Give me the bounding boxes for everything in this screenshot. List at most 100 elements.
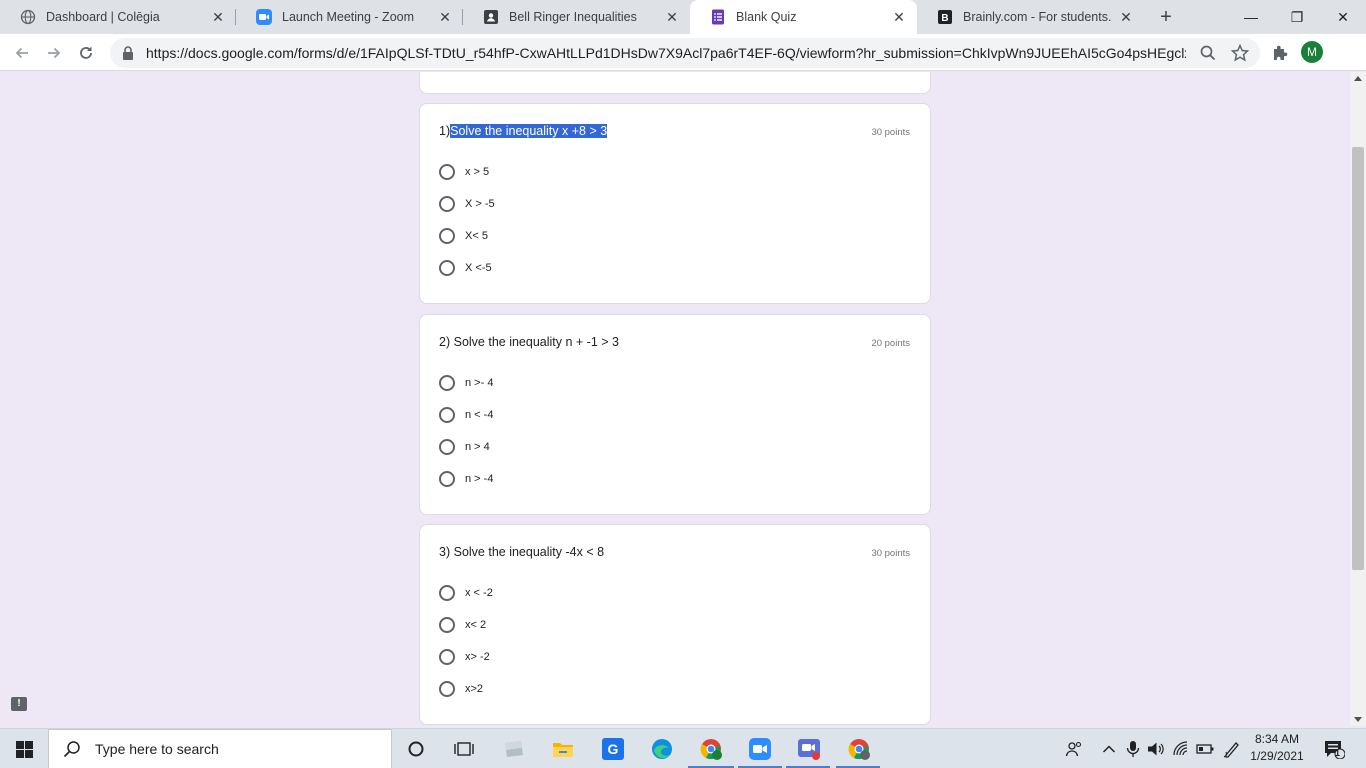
answer-option[interactable]: x < -2 — [439, 583, 493, 603]
option-label: n > -4 — [465, 473, 494, 485]
tab-bell-ringer[interactable]: Bell Ringer Inequalities ✕ — [463, 0, 690, 34]
zoom-icon — [256, 9, 272, 25]
answer-option[interactable]: x> -2 — [439, 647, 490, 667]
close-window-button[interactable]: ✕ — [1320, 0, 1366, 34]
option-label: x> -2 — [465, 651, 490, 663]
address-bar[interactable]: https://docs.google.com/forms/d/e/1FAIpQ… — [110, 38, 1260, 68]
tab-strip: Dashboard | Colēgia ✕ Launch Meeting - Z… — [0, 0, 1366, 34]
tab-dashboard[interactable]: Dashboard | Colēgia ✕ — [0, 0, 236, 34]
question-number: 1) — [439, 124, 451, 138]
feedback-icon[interactable]: ! — [11, 697, 27, 711]
scrollbar-thumb[interactable] — [1352, 147, 1364, 570]
taskbar-search-box[interactable]: Type here to search — [48, 729, 392, 768]
option-label: n >- 4 — [465, 377, 494, 389]
tab-close-icon[interactable]: ✕ — [210, 9, 226, 25]
chrome-icon[interactable] — [845, 735, 873, 763]
answer-option[interactable]: x > 5 — [439, 162, 489, 182]
file-explorer-icon[interactable] — [549, 735, 577, 763]
bookmark-star-icon[interactable] — [1231, 44, 1249, 62]
radio-button[interactable] — [439, 585, 455, 601]
back-button[interactable] — [9, 40, 35, 66]
answer-option[interactable]: X > -5 — [439, 194, 495, 214]
browser-toolbar: https://docs.google.com/forms/d/e/1FAIpQ… — [0, 34, 1366, 71]
radio-button[interactable] — [439, 260, 455, 276]
answer-option[interactable]: x>2 — [439, 679, 483, 699]
question-card-1: 1)Solve the inequality x +8 > 3 30 point… — [419, 103, 931, 304]
cortana-icon[interactable] — [402, 735, 430, 763]
option-label: X > -5 — [465, 198, 495, 210]
zoom-magnifier-icon[interactable] — [1199, 44, 1217, 62]
chrome-profile-icon[interactable] — [697, 735, 725, 763]
radio-button[interactable] — [439, 617, 455, 633]
maximize-button[interactable]: ❐ — [1274, 0, 1320, 34]
zoom-app-icon[interactable] — [746, 735, 774, 763]
profile-avatar[interactable]: M — [1301, 41, 1323, 63]
answer-option[interactable]: n >- 4 — [439, 373, 493, 393]
volume-icon[interactable] — [1146, 739, 1166, 759]
tab-zoom[interactable]: Launch Meeting - Zoom ✕ — [236, 0, 463, 34]
notification-icon — [1325, 741, 1345, 759]
scroll-up-icon[interactable] — [1354, 76, 1362, 81]
svg-text:B: B — [941, 13, 948, 24]
answer-option[interactable]: n > 4 — [439, 437, 490, 457]
wifi-icon[interactable] — [1171, 739, 1191, 759]
battery-icon[interactable] — [1195, 739, 1215, 759]
radio-button[interactable] — [439, 228, 455, 244]
tab-blank-quiz[interactable]: Blank Quiz ✕ — [690, 0, 917, 34]
question-title: 2) Solve the inequality n + -1 > 3 — [439, 335, 619, 349]
classroom-icon — [483, 9, 499, 25]
option-label: X< 5 — [465, 230, 488, 242]
tab-label: Brainly.com - For students. By — [963, 10, 1112, 24]
form-page: 1)Solve the inequality x +8 > 3 30 point… — [0, 72, 1350, 726]
lock-icon — [123, 46, 133, 60]
option-label: x>2 — [465, 683, 484, 695]
app-icon[interactable] — [500, 735, 528, 763]
tab-close-icon[interactable]: ✕ — [891, 9, 907, 25]
radio-button[interactable] — [439, 681, 455, 697]
forward-button[interactable] — [41, 40, 67, 66]
action-center-button[interactable]: 1 — [1322, 739, 1346, 759]
tab-brainly[interactable]: B Brainly.com - For students. By ✕ — [917, 0, 1144, 34]
zoom-meeting-icon[interactable] — [795, 735, 823, 763]
question-text: Solve the inequality -4x < 8 — [453, 545, 605, 559]
task-view-icon[interactable] — [450, 735, 478, 763]
radio-button[interactable] — [439, 196, 455, 212]
radio-button[interactable] — [439, 471, 455, 487]
new-tab-button[interactable]: + — [1152, 3, 1180, 31]
tab-close-icon[interactable]: ✕ — [437, 9, 453, 25]
tab-label: Bell Ringer Inequalities — [509, 10, 637, 24]
answer-option[interactable]: x< 2 — [439, 615, 486, 635]
clock-time: 8:34 AM — [1254, 732, 1300, 746]
answer-option[interactable]: X <-5 — [439, 258, 492, 278]
windows-taskbar: Type here to search G 8:34 AM 1/29/2021 … — [0, 728, 1366, 768]
people-icon[interactable] — [1064, 739, 1084, 759]
start-button[interactable] — [0, 729, 48, 768]
search-icon — [63, 741, 80, 758]
system-clock[interactable]: 8:34 AM 1/29/2021 — [1246, 731, 1308, 765]
radio-button[interactable] — [439, 407, 455, 423]
microphone-icon[interactable] — [1123, 739, 1143, 759]
minimize-button[interactable]: — — [1228, 0, 1274, 34]
radio-button[interactable] — [439, 439, 455, 455]
answer-option[interactable]: n < -4 — [439, 405, 493, 425]
page-scrollbar[interactable] — [1350, 72, 1366, 726]
scroll-down-icon[interactable] — [1354, 717, 1362, 722]
tab-label: Blank Quiz — [736, 10, 797, 24]
radio-button[interactable] — [439, 649, 455, 665]
tab-close-icon[interactable]: ✕ — [1118, 9, 1134, 25]
answer-option[interactable]: n > -4 — [439, 469, 493, 489]
answer-option[interactable]: X< 5 — [439, 226, 488, 246]
radio-button[interactable] — [439, 164, 455, 180]
show-hidden-icons-chevron-icon[interactable] — [1099, 739, 1119, 759]
points-label: 20 points — [871, 338, 910, 349]
google-g-icon[interactable]: G — [599, 735, 627, 763]
radio-button[interactable] — [439, 375, 455, 391]
search-placeholder: Type here to search — [95, 741, 219, 757]
pen-workspace-icon[interactable] — [1222, 739, 1242, 759]
reload-button[interactable] — [73, 40, 99, 66]
option-label: n < -4 — [465, 409, 494, 421]
edge-icon[interactable] — [648, 735, 676, 763]
extensions-puzzle-icon[interactable] — [1271, 44, 1289, 62]
tab-close-icon[interactable]: ✕ — [664, 9, 680, 25]
tab-label: Launch Meeting - Zoom — [282, 10, 415, 24]
